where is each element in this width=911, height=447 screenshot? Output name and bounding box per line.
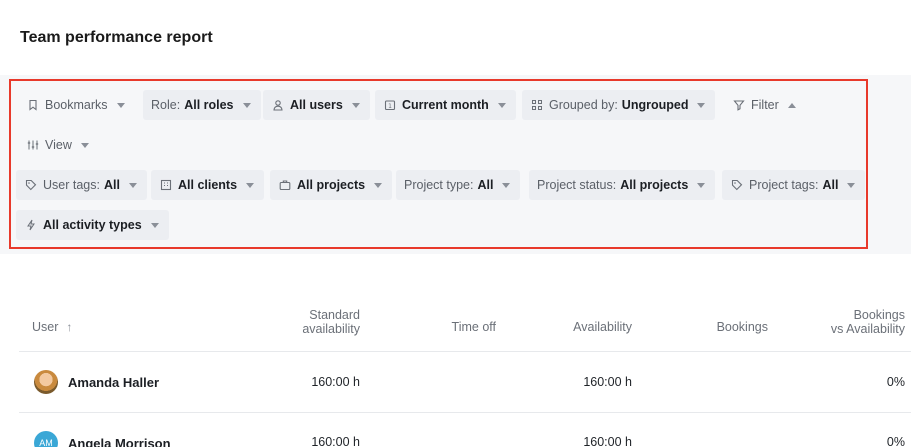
column-header-standard-availability[interactable]: Standard availability bbox=[260, 308, 360, 336]
column-header-user[interactable]: User ↑ bbox=[32, 320, 72, 334]
column-header-time-off[interactable]: Time off bbox=[396, 320, 496, 334]
cell-bookings-vs-availability: 0% bbox=[886, 435, 905, 447]
column-header-user-label: User bbox=[32, 320, 59, 334]
avatar: AM bbox=[34, 431, 58, 447]
user-name[interactable]: Amanda Haller bbox=[68, 375, 159, 390]
avatar bbox=[34, 370, 58, 394]
column-header-bookings-vs-line1: Bookings bbox=[853, 308, 905, 322]
cell-standard-availability: 160:00 h bbox=[311, 375, 360, 389]
column-header-bookings[interactable]: Bookings bbox=[668, 320, 768, 334]
table-row-user[interactable]: AM Angela Morrison bbox=[34, 431, 171, 447]
cell-availability: 160:00 h bbox=[583, 435, 632, 447]
column-header-standard-line2: availability bbox=[302, 322, 360, 336]
user-name[interactable]: Angela Morrison bbox=[68, 436, 171, 447]
table-row-user[interactable]: Amanda Haller bbox=[34, 370, 159, 394]
page-title: Team performance report bbox=[20, 29, 213, 46]
column-header-bookings-vs-availability[interactable]: Bookings vs Availability bbox=[775, 308, 905, 336]
cell-standard-availability: 160:00 h bbox=[311, 435, 360, 447]
cell-bookings-vs-availability: 0% bbox=[886, 375, 905, 389]
column-header-bookings-vs-line2: vs Availability bbox=[830, 322, 905, 336]
sort-arrow-up-icon[interactable]: ↑ bbox=[66, 320, 72, 334]
divider bbox=[19, 351, 911, 352]
cell-availability: 160:00 h bbox=[583, 375, 632, 389]
column-header-standard-line1: Standard bbox=[309, 308, 360, 322]
divider bbox=[19, 412, 911, 413]
column-header-availability[interactable]: Availability bbox=[532, 320, 632, 334]
filter-panel-highlight bbox=[9, 79, 868, 249]
